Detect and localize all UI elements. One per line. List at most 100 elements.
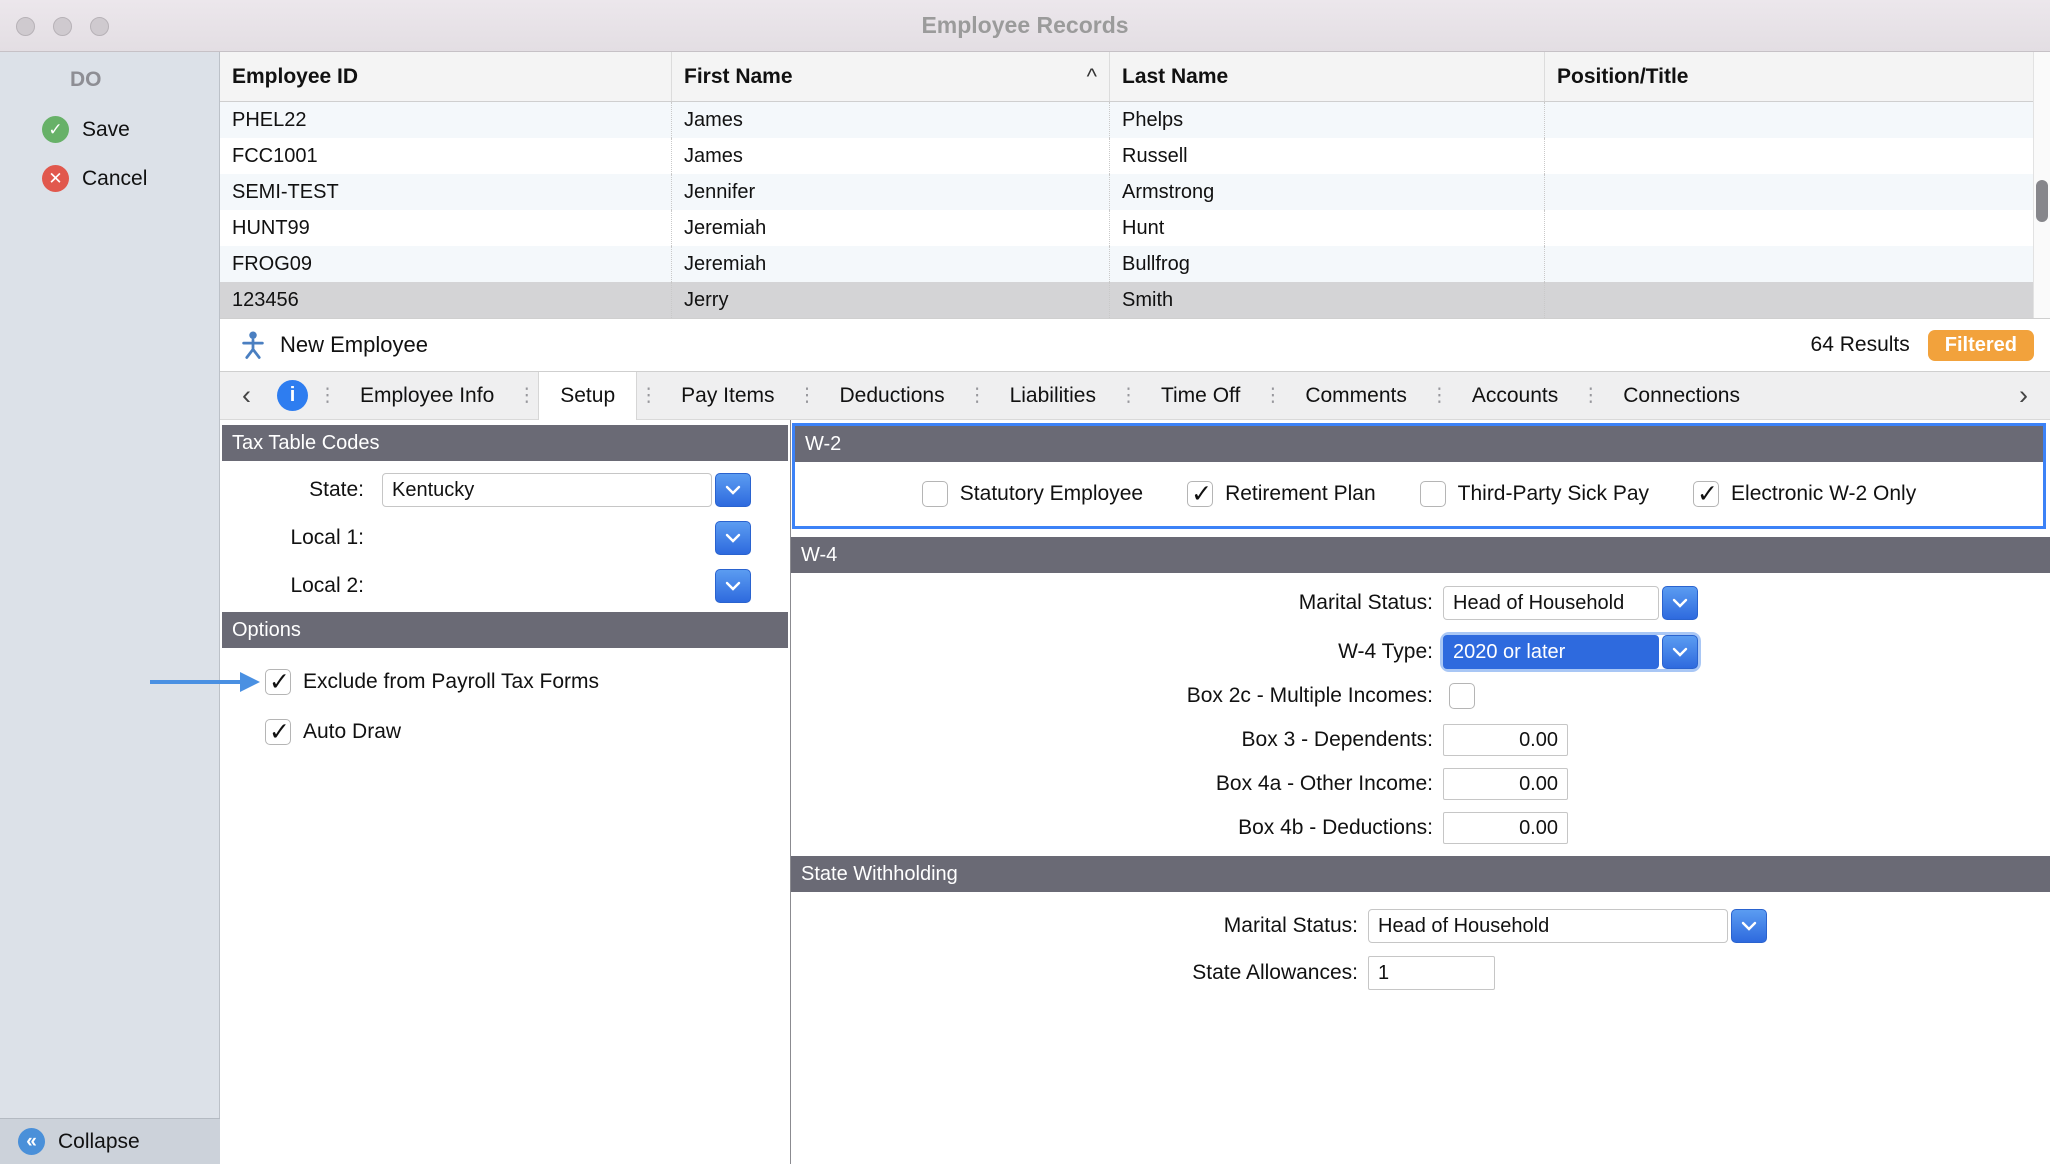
save-button[interactable]: ✓ Save — [0, 116, 219, 143]
chevron-down-icon[interactable] — [1662, 586, 1698, 620]
chevron-down-icon[interactable] — [1662, 635, 1698, 669]
collapse-button[interactable]: « Collapse — [0, 1118, 220, 1164]
w2-highlight-box: W-2 Statutory Employee Retirement Plan T… — [792, 423, 2046, 529]
tab-separator-icon — [637, 384, 660, 407]
tabs-scroll-right-icon[interactable]: › — [1997, 380, 2050, 411]
box2c-checkbox[interactable] — [1449, 683, 1475, 709]
chevron-down-icon[interactable] — [1731, 909, 1767, 943]
table-row[interactable]: HUNT99 Jeremiah Hunt — [220, 210, 2050, 246]
minimize-button[interactable] — [53, 17, 72, 36]
cell-first-name: Jerry — [672, 282, 1110, 318]
tab-connections[interactable]: Connections — [1602, 372, 1761, 420]
sw-marital-status-dropdown[interactable]: Head of Household — [1368, 909, 1767, 943]
table-row[interactable]: PHEL22 James Phelps — [220, 102, 2050, 138]
table-row[interactable]: FROG09 Jeremiah Bullfrog — [220, 246, 2050, 282]
w4-type-dropdown[interactable]: 2020 or later — [1443, 635, 1698, 669]
w4-type-label: W-4 Type: — [791, 640, 1441, 664]
zoom-button[interactable] — [90, 17, 109, 36]
column-header-last-name[interactable]: Last Name — [1110, 52, 1545, 101]
cell-position — [1545, 282, 2050, 318]
w4-type-row: W-4 Type: 2020 or later — [791, 634, 2050, 670]
local1-dropdown[interactable] — [382, 521, 751, 555]
cell-last-name: Phelps — [1110, 102, 1545, 138]
chevron-down-icon[interactable] — [715, 521, 751, 555]
filtered-badge[interactable]: Filtered — [1928, 330, 2034, 361]
local1-value[interactable] — [382, 521, 712, 555]
cell-last-name: Smith — [1110, 282, 1545, 318]
tab-pay-items[interactable]: Pay Items — [660, 372, 795, 420]
do-sidebar: DO ✓ Save ✕ Cancel « Collapse — [0, 52, 220, 1164]
state-dropdown[interactable]: Kentucky — [382, 473, 751, 507]
cell-employee-id: FCC1001 — [220, 138, 672, 174]
cell-position — [1545, 102, 2050, 138]
statutory-employee-checkbox[interactable] — [922, 481, 948, 507]
auto-draw-checkbox[interactable] — [265, 719, 291, 745]
window-title: Employee Records — [921, 12, 1128, 39]
third-party-sick-pay-checkbox[interactable] — [1420, 481, 1446, 507]
exclude-payroll-tax-forms-checkbox[interactable] — [265, 669, 291, 695]
box2c-label: Box 2c - Multiple Incomes: — [791, 684, 1441, 708]
cancel-button[interactable]: ✕ Cancel — [0, 165, 219, 192]
cancel-x-icon: ✕ — [42, 165, 69, 192]
electronic-w2-only-item: Electronic W-2 Only — [1693, 481, 1916, 507]
local1-label: Local 1: — [222, 526, 372, 550]
chevron-down-icon[interactable] — [715, 569, 751, 603]
statutory-employee-label: Statutory Employee — [960, 482, 1143, 506]
local2-dropdown[interactable] — [382, 569, 751, 603]
tab-comments[interactable]: Comments — [1284, 372, 1428, 420]
window-titlebar: Employee Records — [0, 0, 2050, 52]
local2-label: Local 2: — [222, 574, 372, 598]
do-header: DO — [70, 68, 219, 92]
tab-time-off[interactable]: Time Off — [1140, 372, 1261, 420]
box4b-deductions-field[interactable]: 0.00 — [1443, 812, 1568, 844]
table-scrollbar[interactable] — [2033, 52, 2050, 318]
tab-accounts[interactable]: Accounts — [1451, 372, 1579, 420]
w4-type-value[interactable]: 2020 or later — [1443, 635, 1659, 669]
section-header-tax-table-codes: Tax Table Codes — [222, 425, 788, 461]
close-button[interactable] — [16, 17, 35, 36]
cell-employee-id: SEMI-TEST — [220, 174, 672, 210]
tab-setup[interactable]: Setup — [538, 372, 637, 420]
info-icon[interactable]: i — [277, 380, 308, 411]
tab-liabilities[interactable]: Liabilities — [989, 372, 1117, 420]
cell-position — [1545, 210, 2050, 246]
record-title: New Employee — [280, 332, 428, 358]
cell-employee-id: FROG09 — [220, 246, 672, 282]
scrollbar-thumb[interactable] — [2036, 180, 2048, 222]
tab-deductions[interactable]: Deductions — [819, 372, 966, 420]
table-header-row: Employee ID First Name ^ Last Name Posit… — [220, 52, 2050, 102]
cell-employee-id: HUNT99 — [220, 210, 672, 246]
cell-first-name: James — [672, 138, 1110, 174]
local1-row: Local 1: — [222, 520, 788, 556]
w4-marital-status-dropdown[interactable]: Head of Household — [1443, 586, 1698, 620]
local2-value[interactable] — [382, 569, 712, 603]
box2c-row: Box 2c - Multiple Incomes: — [791, 680, 2050, 712]
state-allowances-label: State Allowances: — [791, 961, 1366, 985]
box4a-label: Box 4a - Other Income: — [791, 772, 1441, 796]
chevron-down-icon[interactable] — [715, 473, 751, 507]
state-value[interactable]: Kentucky — [382, 473, 712, 507]
table-row[interactable]: SEMI-TEST Jennifer Armstrong — [220, 174, 2050, 210]
column-header-position[interactable]: Position/Title — [1545, 52, 2050, 101]
w4-marital-status-value[interactable]: Head of Household — [1443, 586, 1659, 620]
cell-employee-id: PHEL22 — [220, 102, 672, 138]
table-row[interactable]: FCC1001 James Russell — [220, 138, 2050, 174]
cell-position — [1545, 174, 2050, 210]
column-header-employee-id[interactable]: Employee ID — [220, 52, 672, 101]
exclude-payroll-tax-forms-row: Exclude from Payroll Tax Forms — [265, 666, 788, 698]
cell-first-name: Jennifer — [672, 174, 1110, 210]
third-party-sick-pay-label: Third-Party Sick Pay — [1458, 482, 1649, 506]
tab-separator-icon — [1428, 384, 1451, 407]
box4a-other-income-field[interactable]: 0.00 — [1443, 768, 1568, 800]
column-header-first-name[interactable]: First Name ^ — [672, 52, 1110, 101]
tab-employee-info[interactable]: Employee Info — [339, 372, 515, 420]
state-allowances-field[interactable]: 1 — [1368, 956, 1495, 990]
cell-employee-id: 123456 — [220, 282, 672, 318]
electronic-w2-only-checkbox[interactable] — [1693, 481, 1719, 507]
retirement-plan-checkbox[interactable] — [1187, 481, 1213, 507]
box3-dependents-field[interactable]: 0.00 — [1443, 724, 1568, 756]
tabs-scroll-left-icon[interactable]: ‹ — [220, 380, 273, 411]
cell-first-name: Jeremiah — [672, 246, 1110, 282]
sw-marital-status-value[interactable]: Head of Household — [1368, 909, 1728, 943]
table-row[interactable]: 123456 Jerry Smith — [220, 282, 2050, 318]
